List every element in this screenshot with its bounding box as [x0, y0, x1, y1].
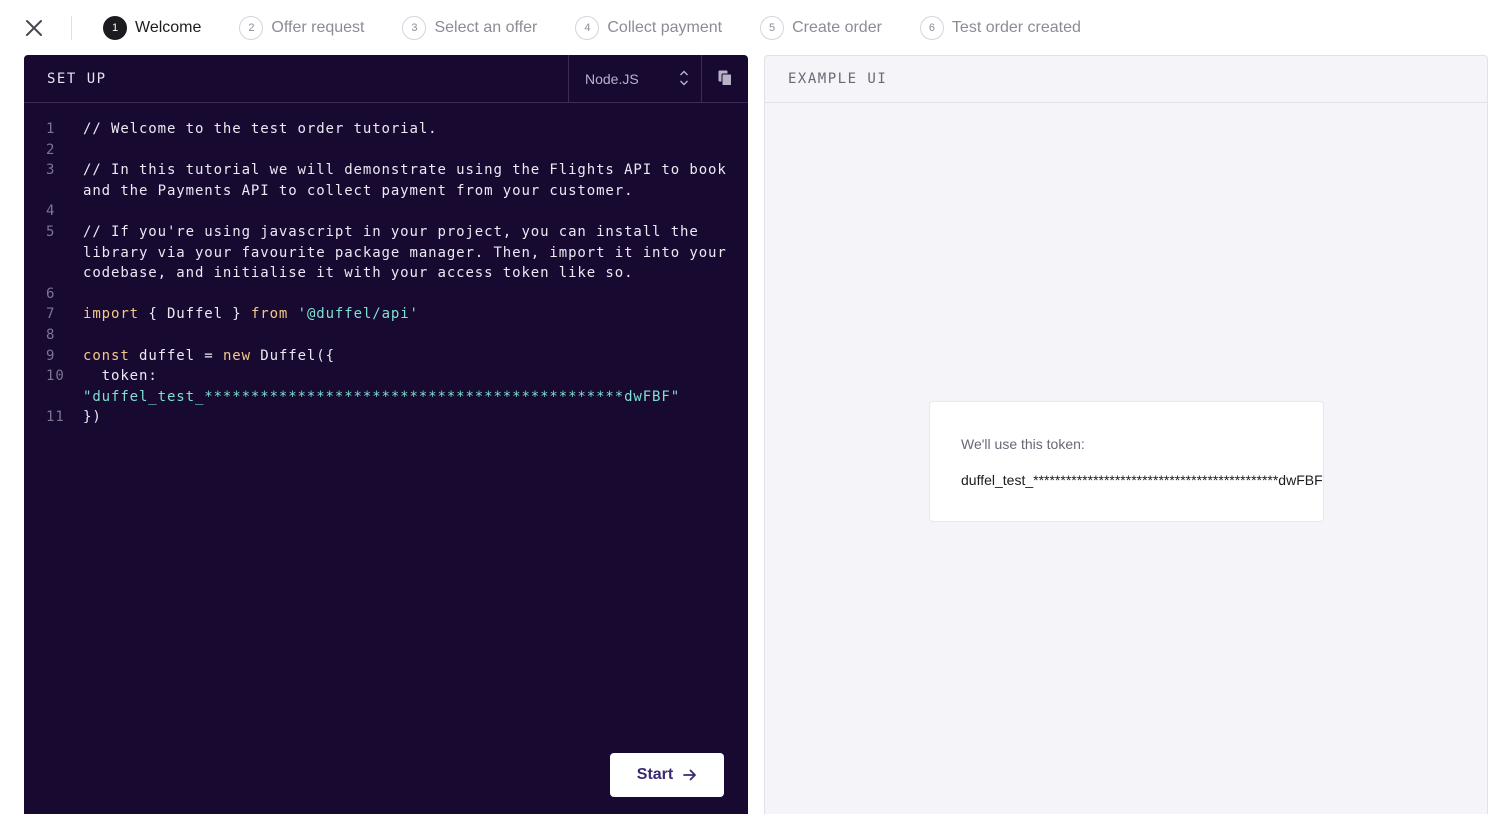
close-button[interactable]	[22, 16, 46, 40]
code-panel-title: SET UP	[47, 71, 107, 87]
top-bar: 1 Welcome 2 Offer request 3 Select an offer 4 C…	[0, 0, 1512, 56]
line-number: 7	[46, 306, 56, 323]
line-content: ​	[83, 284, 733, 305]
code-line: 5 // If you're using javascript in your p…	[24, 222, 748, 284]
code-line: 9 const duffel = new Duffel({	[24, 346, 748, 367]
line-content: ​	[83, 201, 733, 222]
copy-icon	[718, 70, 732, 86]
line-number: 11	[46, 409, 65, 426]
step-number: 3	[402, 16, 427, 40]
step-welcome[interactable]: 1 Welcome	[103, 16, 201, 40]
code-text: duffel =	[129, 347, 223, 364]
code-text: })	[83, 409, 102, 426]
line-content: // In this tutorial we will demonstrate …	[83, 160, 733, 201]
step-number: 5	[760, 16, 785, 40]
line-number: 6	[46, 285, 56, 302]
line-content: import { Duffel } from '@duffel/api'	[83, 304, 733, 325]
code-line: 7 import { Duffel } from '@duffel/api'	[24, 304, 748, 325]
step-label: Offer request	[271, 19, 365, 36]
code-line: 8​	[24, 325, 748, 346]
code-keyword: const	[83, 347, 130, 364]
code-keyword: from	[250, 306, 289, 323]
step-label: Select an offer	[434, 19, 538, 36]
step-label: Create order	[792, 19, 882, 36]
token-caption: We'll use this token:	[961, 436, 1085, 452]
line-content: // If you're using javascript in your pr…	[83, 222, 733, 284]
step-number: 1	[103, 16, 127, 40]
code-keyword: new	[222, 347, 251, 364]
code-line: 3 // In this tutorial we will demonstrate…	[24, 160, 748, 201]
code-line: 6​	[24, 284, 748, 305]
close-icon	[26, 20, 42, 36]
line-number: 2	[46, 141, 56, 158]
line-number: 1	[46, 121, 56, 137]
chevron-up-down-icon	[680, 70, 688, 86]
example-ui-title: EXAMPLE UI	[788, 71, 888, 87]
line-number: 9	[46, 347, 56, 364]
line-content: })	[83, 407, 733, 428]
code-text: { Duffel }	[138, 306, 251, 323]
code-editor: 1 // Welcome to the test order tutorial. 2…	[24, 119, 748, 428]
step-label: Welcome	[135, 19, 202, 36]
example-ui-header: EXAMPLE UI	[765, 56, 1487, 103]
line-content: const duffel = new Duffel({	[83, 346, 733, 367]
code-line: 10 token: "duffel_test_*****************…	[24, 366, 748, 407]
code-line: 4​	[24, 201, 748, 222]
line-content: ​	[83, 140, 733, 161]
step-create-order[interactable]: 5 Create order	[760, 16, 882, 40]
code-text: // If you're using javascript in your pr…	[83, 223, 737, 282]
line-content: token: "duffel_test_********************…	[83, 366, 733, 407]
line-number: 5	[46, 223, 56, 240]
language-select-value: Node.JS	[585, 71, 639, 87]
arrow-right-icon	[683, 769, 697, 781]
code-line: 11})	[24, 407, 748, 428]
code-keyword: import	[83, 306, 139, 323]
line-number: 10	[46, 368, 65, 385]
code-string: "duffel_test_***************************…	[83, 388, 681, 405]
step-test-order-created[interactable]: 6 Test order created	[919, 16, 1081, 40]
step-collect-payment[interactable]: 4 Collect payment	[575, 16, 722, 40]
code-panel: SET UP Node.JS 1 // Welcome to the test o…	[24, 55, 748, 814]
line-content: // Welcome to the test order tutorial.	[83, 119, 733, 140]
token-value: duffel_test_****************************…	[961, 472, 1323, 488]
top-divider	[71, 16, 72, 40]
code-line: 1 // Welcome to the test order tutorial.	[24, 119, 748, 140]
step-number: 4	[575, 16, 600, 40]
code-line: 2​	[24, 140, 748, 161]
step-label: Test order created	[951, 19, 1081, 36]
step-label: Collect payment	[607, 19, 723, 36]
step-offer-request[interactable]: 2 Offer request	[239, 16, 364, 40]
step-number: 2	[239, 16, 264, 40]
code-panel-header: SET UP Node.JS	[24, 55, 748, 103]
step-number: 6	[919, 16, 944, 40]
start-button[interactable]: Start	[610, 753, 724, 797]
line-number: 8	[46, 326, 56, 343]
line-number: 3	[46, 162, 56, 179]
start-button-label: Start	[636, 766, 674, 783]
code-text: // In this tutorial we will demonstrate …	[83, 162, 737, 199]
line-number: 4	[46, 203, 56, 220]
token-card: We'll use this token: duffel_test_******…	[929, 401, 1324, 522]
copy-code-button[interactable]	[701, 55, 748, 102]
step-select-an-offer[interactable]: 3 Select an offer	[402, 16, 537, 40]
stepper: 1 Welcome 2 Offer request 3 Select an offer 4 C…	[103, 15, 1119, 41]
code-string: '@duffel/api'	[297, 306, 419, 323]
code-text: Duffel({	[250, 347, 335, 364]
language-select[interactable]: Node.JS	[568, 55, 701, 102]
line-content: ​	[83, 325, 733, 346]
code-text: // Welcome to the test order tutorial.	[83, 121, 438, 137]
example-ui-panel: EXAMPLE UI We'll use this token: duffel_…	[764, 55, 1488, 814]
code-text: token:	[83, 368, 167, 385]
